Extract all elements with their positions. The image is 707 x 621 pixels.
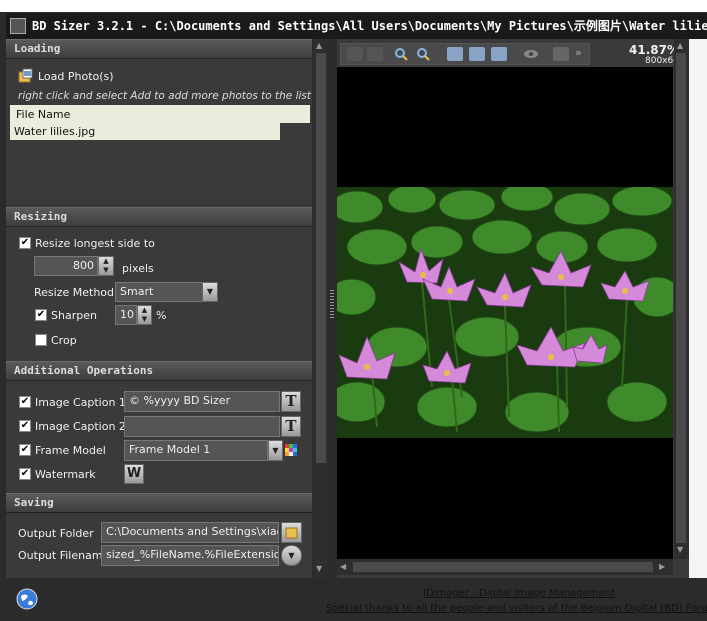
- watermark-checkbox[interactable]: ✔: [19, 468, 31, 480]
- file-list-header[interactable]: File Name: [10, 105, 310, 123]
- folder-photo-icon[interactable]: [18, 68, 34, 84]
- settings-panel: Loading Load Photo(s) right click and se…: [6, 39, 312, 578]
- scroll-thumb[interactable]: [316, 53, 326, 463]
- chevron-down-icon[interactable]: ▼: [202, 282, 218, 302]
- thanks-link[interactable]: Special thanks to all the people and vis…: [326, 603, 707, 614]
- hscroll-thumb[interactable]: [353, 562, 653, 572]
- output-filename-label: Output Filename: [18, 549, 110, 562]
- preview-toolbar: »: [340, 43, 590, 65]
- forward-icon[interactable]: [367, 47, 383, 61]
- crop-label: Crop: [51, 334, 77, 347]
- footer-bar: IDimager - Digital Image Management Spec…: [6, 578, 707, 621]
- output-folder-input[interactable]: C:\Documents and Settings\xiaolian: [101, 522, 279, 543]
- scroll-up-arrow[interactable]: ▲: [316, 41, 322, 50]
- caption2-input[interactable]: [124, 416, 280, 437]
- title-bar[interactable]: BD Sizer 3.2.1 - C:\Documents and Settin…: [6, 13, 707, 39]
- idimager-link[interactable]: IDimager - Digital Image Management: [423, 588, 615, 599]
- fit-window-icon[interactable]: [447, 47, 463, 61]
- vscroll-thumb[interactable]: [676, 53, 686, 543]
- background-window-edge: [689, 39, 707, 578]
- more-icon[interactable]: »: [575, 46, 582, 59]
- sharpen-unit-label: %: [156, 309, 167, 322]
- load-hint-text: right click and select Add to add more p…: [18, 90, 311, 102]
- resize-method-label: Resize Method: [34, 286, 114, 299]
- pixels-unit-label: pixels: [122, 262, 154, 275]
- scroll-down-arrow[interactable]: ▼: [677, 545, 683, 554]
- scroll-right-arrow[interactable]: ▶: [659, 562, 665, 571]
- frame-checkbox[interactable]: ✔: [19, 444, 31, 456]
- app-icon: [10, 18, 26, 34]
- preview-vertical-scrollbar[interactable]: ▲ ▼: [674, 39, 689, 559]
- caption2-label: Image Caption 2: [35, 420, 126, 433]
- background-desktop-strip: [0, 0, 707, 12]
- back-icon[interactable]: [347, 47, 363, 61]
- file-name-column-header: File Name: [16, 108, 71, 121]
- sharpen-input[interactable]: 10: [115, 305, 137, 325]
- actual-size-icon[interactable]: [469, 47, 485, 61]
- pixels-spinner[interactable]: ▲ ▼: [98, 256, 114, 276]
- sharpen-spinner[interactable]: ▲ ▼: [137, 305, 152, 325]
- filename-options-button[interactable]: ▼: [281, 545, 302, 566]
- resize-method-select[interactable]: Smart: [115, 282, 203, 302]
- scroll-left-arrow[interactable]: ◀: [340, 562, 346, 571]
- caption1-input[interactable]: © %yyyy BD Sizer: [124, 391, 280, 412]
- file-list-row[interactable]: Water lilies.jpg: [10, 123, 280, 140]
- resize-longest-checkbox[interactable]: ✔: [19, 237, 31, 249]
- preview-horizontal-scrollbar[interactable]: ◀ ▶: [337, 559, 673, 575]
- eye-icon[interactable]: [523, 47, 539, 61]
- scroll-up-arrow[interactable]: ▲: [677, 41, 683, 50]
- color-grid-icon[interactable]: [285, 444, 297, 456]
- caption2-text-button[interactable]: T: [281, 416, 301, 437]
- caption2-checkbox[interactable]: ✔: [19, 420, 31, 432]
- watermark-label: Watermark: [35, 468, 96, 481]
- resizing-section-header[interactable]: Resizing: [6, 207, 312, 227]
- watermark-button[interactable]: W: [124, 464, 144, 484]
- pixels-input[interactable]: 800: [34, 256, 98, 276]
- crop-checkbox[interactable]: [35, 334, 47, 346]
- saving-section-header[interactable]: Saving: [6, 493, 312, 513]
- save-icon[interactable]: [553, 47, 569, 61]
- caption1-checkbox[interactable]: ✔: [19, 396, 31, 408]
- preview-panel: » 41.87% 800x600 ◀ ▶ ▲ ▼: [337, 39, 689, 578]
- frame-label: Frame Model: [35, 444, 106, 457]
- resize-longest-label: Resize longest side to: [35, 237, 155, 250]
- chevron-down-icon[interactable]: ▼: [268, 440, 283, 461]
- caption1-label: Image Caption 1: [35, 396, 126, 409]
- splitter-grip[interactable]: [330, 290, 334, 318]
- frame-model-select[interactable]: Frame Model 1: [124, 440, 268, 461]
- output-folder-label: Output Folder: [18, 527, 94, 540]
- zoom-in-icon[interactable]: [393, 47, 409, 61]
- output-filename-input[interactable]: sized_%FileName.%FileExtension: [101, 545, 279, 566]
- load-photos-link[interactable]: Load Photo(s): [38, 70, 114, 83]
- app-window: BD Sizer 3.2.1 - C:\Documents and Settin…: [0, 0, 707, 621]
- caption1-text-button[interactable]: T: [281, 391, 301, 412]
- loading-section-header[interactable]: Loading: [6, 39, 312, 59]
- browse-folder-button[interactable]: [281, 522, 302, 543]
- file-name-cell: Water lilies.jpg: [14, 125, 96, 138]
- window-title: BD Sizer 3.2.1 - C:\Documents and Settin…: [32, 19, 707, 33]
- sharpen-label: Sharpen: [51, 309, 97, 322]
- fullscreen-icon[interactable]: [491, 47, 507, 61]
- folder-icon: [285, 527, 298, 539]
- additional-ops-section-header[interactable]: Additional Operations: [6, 361, 312, 381]
- settings-scrollbar[interactable]: ▲ ▼: [313, 39, 329, 578]
- zoom-out-icon[interactable]: [415, 47, 431, 61]
- globe-icon[interactable]: [16, 588, 38, 610]
- image-preview-area[interactable]: [337, 67, 673, 559]
- zoom-level: 41.87%: [629, 43, 679, 57]
- water-lilies-image: [337, 187, 673, 438]
- scroll-down-arrow[interactable]: ▼: [316, 564, 322, 573]
- sharpen-checkbox[interactable]: ✔: [35, 309, 47, 321]
